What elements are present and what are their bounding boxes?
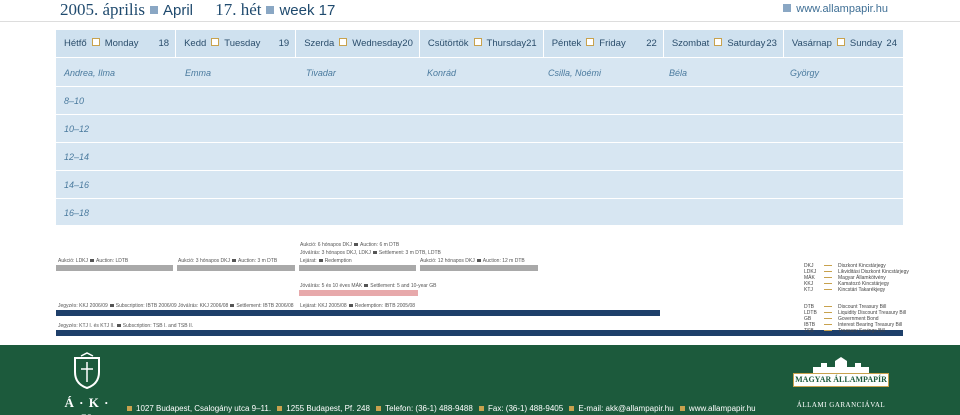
bar-tue-auction	[177, 265, 295, 271]
header-title: 2005. április April 17. hét week 17	[60, 0, 335, 20]
legend-item: TSB Treasury Savings Bill	[804, 328, 885, 334]
header-divider	[0, 21, 960, 22]
day-number: 22	[646, 38, 657, 49]
bar-tsb-subscription	[56, 330, 903, 336]
legend-en: DTB Discount Treasury Bill LDTB Liquidity …	[804, 304, 906, 334]
event-mon-auction: Aukció: LDKJ Auction: LDTB	[58, 258, 129, 264]
nameday-thursday: Konrád	[427, 68, 457, 78]
legend-hu: DKJ Diszkont Kincstárjegy LDKJ Likviditási…	[804, 263, 909, 293]
event-wed-bond-settlement: Jóváírás: 5 és 10 éves MÁK Settlement: 5 …	[300, 283, 437, 289]
day-number: 23	[766, 38, 777, 49]
akk-logo-text: Á · K · K	[64, 395, 110, 415]
akk-logo: Á · K · K	[58, 352, 116, 415]
event-wed-redemption: Lejárat: Redemption	[300, 258, 352, 264]
square-icon	[266, 6, 275, 15]
url-text[interactable]: www.allampapir.hu	[796, 3, 888, 15]
time-slot-10-12: 10–12	[56, 115, 903, 143]
day-header-row: Hétfő Monday 18 Kedd Tuesday 19 Szerda Wednes…	[56, 30, 903, 58]
magyar-allampapir-logo: MAGYAR ÁLLAMPAPÍR ÁLLAMI GARANCIÁVAL	[793, 357, 889, 412]
legend-item: KTJ Kincstári Takarékjegy	[804, 287, 886, 293]
day-number: 24	[886, 38, 897, 49]
day-number: 20	[402, 38, 413, 49]
bar-thu-auction	[420, 265, 538, 271]
logo-subtitle: ÁLLAMI GARANCIÁVAL	[796, 401, 886, 409]
time-slot-16-18: 16–18	[64, 208, 90, 218]
event-wed-auction: Aukció: 6 hónapos DKJ Auction: 6 m DTB	[300, 242, 400, 248]
week-en: week 17	[279, 2, 336, 19]
crest-icon	[74, 352, 100, 390]
event-tue-settlement: Jóváírás: KKJ 2006/08 Settlement: IBTB 20…	[178, 303, 294, 309]
header-url[interactable]: www.allampapir.hu	[778, 3, 888, 15]
day-number: 18	[158, 38, 170, 49]
nameday-saturday: Béla	[669, 68, 688, 78]
week-hu: 17. hét	[215, 0, 262, 19]
bar-wed-auction	[299, 265, 416, 271]
bar-mon-auction	[56, 265, 173, 271]
event-wed-settlement: Jóváírás: 3 hónapos DKJ, LDKJ Settlement:…	[300, 250, 441, 256]
footer-web[interactable]: www.allampapir.hu	[689, 404, 756, 413]
time-slot-8-10: 8–10	[56, 87, 903, 115]
square-icon	[150, 6, 158, 15]
day-header-tuesday: Kedd Tuesday 19	[176, 30, 297, 57]
day-header-saturday: Szombat Saturday 23	[664, 30, 784, 57]
year-month: 2005. április	[60, 0, 145, 19]
time-slot-12-14: 12–14	[56, 143, 903, 171]
parliament-icon	[813, 357, 869, 373]
day-header-sunday: Vasárnap Sunday 24	[791, 38, 897, 49]
nameday-tuesday: Emma	[185, 68, 212, 78]
calendar-grid: Hétfő Monday 18 Kedd Tuesday 19 Szerda Wednes…	[56, 30, 903, 225]
event-wed-redemption-ibtb: Lejárat: KKJ 2005/08 Redemption: IBTB 200…	[300, 303, 416, 309]
day-header-thursday: Csütörtök Thursday 21	[420, 30, 544, 57]
square-icon	[783, 4, 792, 13]
nameday-wednesday: Tivadar	[306, 68, 336, 78]
month-en: April	[163, 2, 194, 19]
footer-contact: 1027 Budapest, Csalogány utca 9–11. 1255…	[123, 404, 756, 413]
event-thu-auction: Aukció: 12 hónapos DKJ Auction: 12 m DTB	[420, 258, 525, 264]
nameday-monday: Andrea, Ilma	[64, 68, 116, 78]
footer-email[interactable]: E-mail: akk@allampapir.hu	[578, 404, 673, 413]
logo-banner: MAGYAR ÁLLAMPAPÍR	[793, 373, 889, 387]
day-header-monday: Hétfő Monday 18	[56, 30, 177, 57]
nameday-row: Andrea, Ilma Emma Tivadar Konrád Csilla,…	[56, 59, 903, 87]
nameday-friday: Csilla, Noémi	[548, 68, 602, 78]
time-slot-14-16: 14–16	[56, 171, 903, 199]
bar-subscription-period	[56, 310, 660, 316]
bar-wed-bond-settlement	[299, 290, 418, 296]
event-mon-subscription-tsb: Jegyzés: KTJ I. és KTJ II. Subscription: …	[58, 323, 194, 329]
event-tue-auction: Aukció: 3 hónapos DKJ Auction: 3 m DTB	[178, 258, 278, 264]
day-header-friday: Péntek Friday 22	[544, 30, 664, 57]
event-mon-subscription: Jegyzés: KKJ 2006/09 Subscription: IBTB 2…	[58, 303, 177, 309]
day-header-wednesday: Szerda Wednesday 20	[296, 30, 420, 57]
nameday-sunday: György	[790, 68, 820, 78]
day-number: 19	[278, 38, 290, 49]
day-number: 21	[526, 38, 537, 49]
